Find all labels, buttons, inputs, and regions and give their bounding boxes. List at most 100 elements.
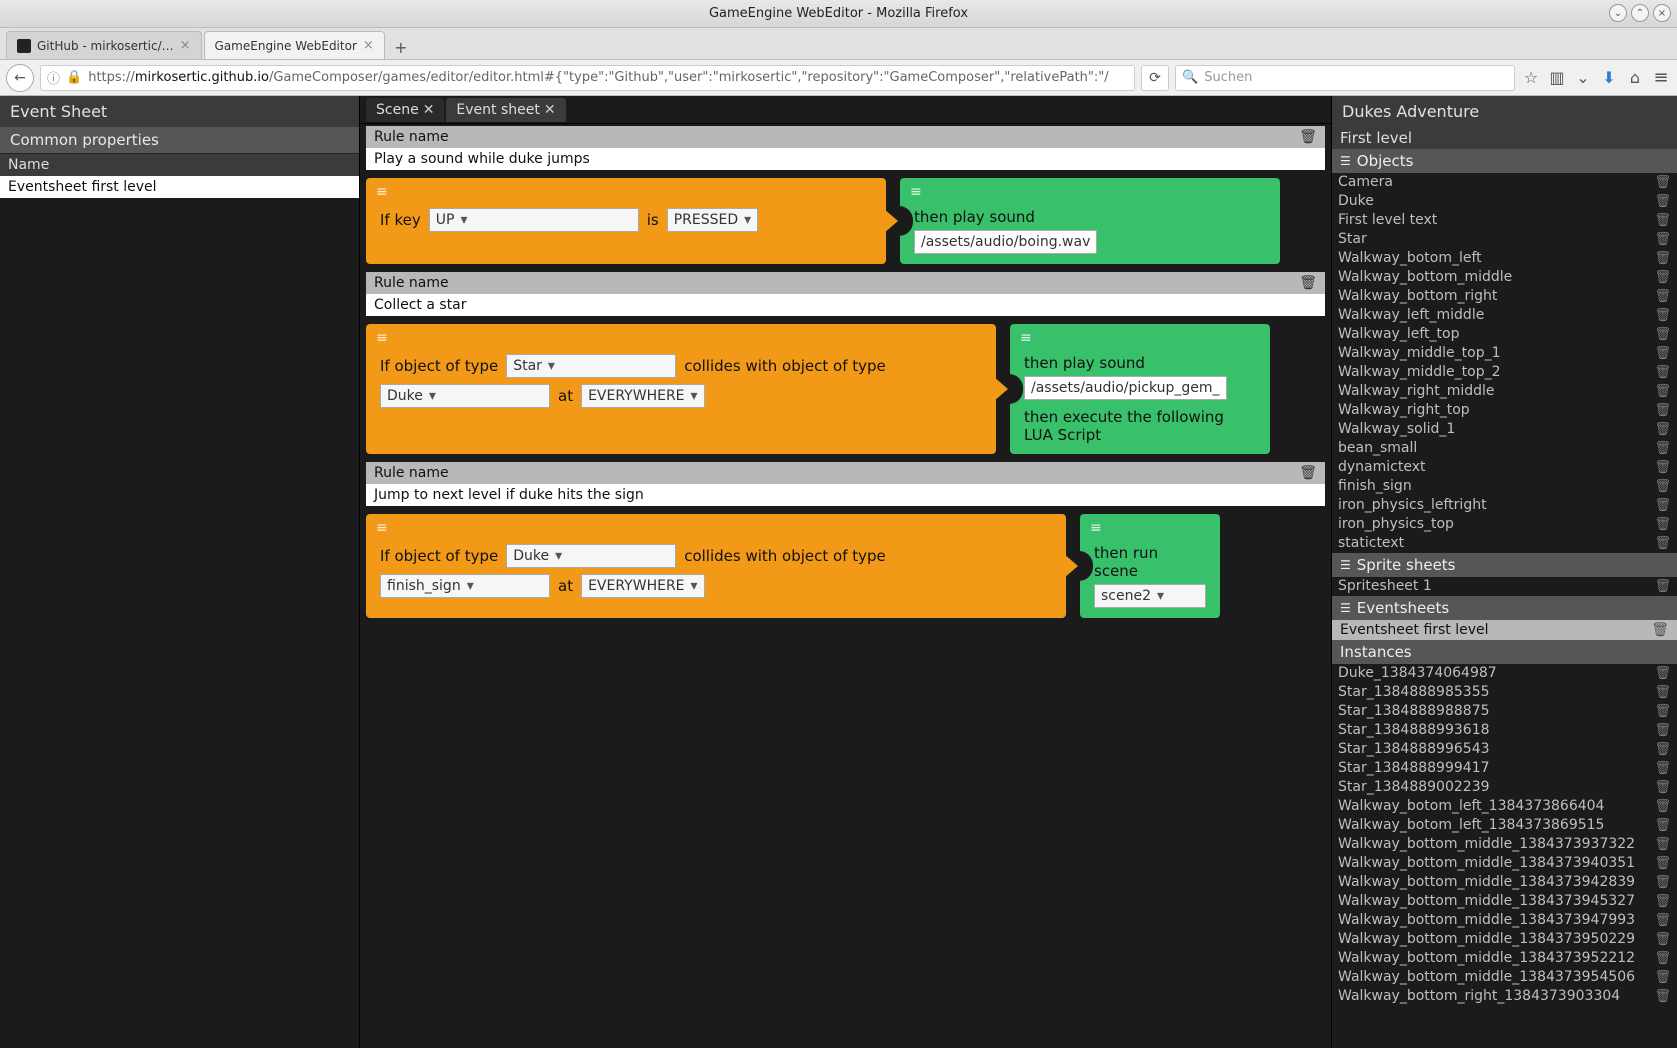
text-input[interactable]: /assets/audio/pickup_gem_ (1024, 376, 1227, 400)
trash-icon[interactable]: 🗑 (1654, 496, 1671, 515)
eventsheet-item-selected[interactable]: Eventsheet first level 🗑 (1332, 620, 1677, 640)
condition-block[interactable]: ≡If object of typeStar▾collides with obj… (366, 324, 996, 454)
close-icon[interactable]: × (1653, 4, 1671, 22)
object-item[interactable]: Walkway_bottom_middle🗑 (1332, 268, 1677, 287)
trash-icon[interactable]: 🗑 (1654, 797, 1671, 816)
trash-icon[interactable]: 🗑 (1654, 477, 1671, 496)
dropdown[interactable]: Star▾ (506, 354, 676, 378)
instance-item[interactable]: Walkway_bottom_middle_1384373952212🗑 (1332, 949, 1677, 968)
trash-icon[interactable]: 🗑 (1654, 816, 1671, 835)
dropdown[interactable]: EVERYWHERE▾ (581, 574, 704, 598)
rule-name-input[interactable]: Jump to next level if duke hits the sign (366, 484, 1325, 506)
dropdown[interactable]: Duke▾ (380, 384, 550, 408)
tab-event-sheet[interactable]: Event sheet✕ (446, 98, 565, 122)
object-item[interactable]: Star🗑 (1332, 230, 1677, 249)
object-item[interactable]: Walkway_right_middle🗑 (1332, 382, 1677, 401)
trash-icon[interactable]: 🗑 (1654, 420, 1671, 439)
trash-icon[interactable]: 🗑 (1654, 987, 1671, 1006)
trash-icon[interactable]: 🗑 (1299, 129, 1317, 145)
home-icon[interactable]: ⌂ (1625, 68, 1645, 87)
tab-close-icon[interactable]: ✕ (544, 102, 556, 118)
instances-section-header[interactable]: Instances (1332, 640, 1677, 664)
trash-icon[interactable]: 🗑 (1654, 854, 1671, 873)
trash-icon[interactable]: 🗑 (1654, 249, 1671, 268)
tab-close-icon[interactable]: × (363, 38, 374, 53)
instance-item[interactable]: Star_1384888996543🗑 (1332, 740, 1677, 759)
trash-icon[interactable]: 🗑 (1654, 211, 1671, 230)
object-item[interactable]: Walkway_middle_top_1🗑 (1332, 344, 1677, 363)
bookmark-icon[interactable]: ☆ (1521, 68, 1541, 87)
action-block[interactable]: ≡then play sound/assets/audio/pickup_gem… (1010, 324, 1270, 454)
trash-icon[interactable]: 🗑 (1299, 465, 1317, 481)
object-item[interactable]: Walkway_bottom_right🗑 (1332, 287, 1677, 306)
instance-item[interactable]: Walkway_bottom_middle_1384373945327🗑 (1332, 892, 1677, 911)
reload-button[interactable]: ⟳ (1141, 65, 1169, 91)
text-input[interactable]: /assets/audio/boing.wav (914, 230, 1097, 254)
trash-icon[interactable]: 🗑 (1654, 287, 1671, 306)
object-item[interactable]: statictext🗑 (1332, 534, 1677, 553)
dropdown[interactable]: UP▾ (429, 208, 639, 232)
trash-icon[interactable]: 🗑 (1654, 230, 1671, 249)
action-block[interactable]: ≡then run scenescene2▾ (1080, 514, 1220, 618)
object-item[interactable]: Walkway_botom_left🗑 (1332, 249, 1677, 268)
trash-icon[interactable]: 🗑 (1654, 949, 1671, 968)
object-item[interactable]: iron_physics_leftright🗑 (1332, 496, 1677, 515)
pocket-icon[interactable]: ⌄ (1573, 68, 1593, 87)
trash-icon[interactable]: 🗑 (1654, 577, 1671, 596)
drag-handle-icon[interactable]: ≡ (1090, 520, 1103, 536)
search-input[interactable]: 🔍 Suchen (1175, 65, 1515, 91)
trash-icon[interactable]: 🗑 (1654, 344, 1671, 363)
object-item[interactable]: Walkway_solid_1🗑 (1332, 420, 1677, 439)
instance-item[interactable]: Star_1384888988875🗑 (1332, 702, 1677, 721)
object-item[interactable]: Walkway_left_top🗑 (1332, 325, 1677, 344)
instance-item[interactable]: Walkway_bottom_middle_1384373937322🗑 (1332, 835, 1677, 854)
trash-icon[interactable]: 🗑 (1654, 325, 1671, 344)
objects-section-header[interactable]: ☰ Objects (1332, 149, 1677, 173)
trash-icon[interactable]: 🗑 (1654, 968, 1671, 987)
object-item[interactable]: bean_small🗑 (1332, 439, 1677, 458)
drag-handle-icon[interactable]: ≡ (910, 184, 923, 200)
object-item[interactable]: finish_sign🗑 (1332, 477, 1677, 496)
trash-icon[interactable]: 🗑 (1654, 173, 1671, 192)
object-item[interactable]: First level text🗑 (1332, 211, 1677, 230)
instance-item[interactable]: Duke_1384374064987🗑 (1332, 664, 1677, 683)
trash-icon[interactable]: 🗑 (1654, 721, 1671, 740)
trash-icon[interactable]: 🗑 (1654, 401, 1671, 420)
drag-handle-icon[interactable]: ≡ (1020, 330, 1033, 346)
eventsheets-section-header[interactable]: ☰ Eventsheets (1332, 596, 1677, 620)
trash-icon[interactable]: 🗑 (1654, 306, 1671, 325)
menu-icon[interactable]: ≡ (1651, 67, 1671, 88)
trash-icon[interactable]: 🗑 (1654, 458, 1671, 477)
library-icon[interactable]: ▥ (1547, 68, 1567, 87)
trash-icon[interactable]: 🗑 (1654, 515, 1671, 534)
downloads-icon[interactable]: ⬇ (1599, 68, 1619, 87)
tab-close-icon[interactable]: × (180, 38, 191, 53)
trash-icon[interactable]: 🗑 (1654, 930, 1671, 949)
prop-name-value[interactable]: Eventsheet first level (0, 176, 359, 198)
instance-item[interactable]: Walkway_bottom_middle_1384373954506🗑 (1332, 968, 1677, 987)
trash-icon[interactable]: 🗑 (1654, 778, 1671, 797)
trash-icon[interactable]: 🗑 (1654, 892, 1671, 911)
dropdown[interactable]: scene2▾ (1094, 584, 1206, 608)
tab-close-icon[interactable]: ✕ (423, 102, 435, 118)
condition-block[interactable]: ≡If keyUP▾isPRESSED▾ (366, 178, 886, 264)
instance-item[interactable]: Walkway_bottom_middle_1384373942839🗑 (1332, 873, 1677, 892)
rule-name-input[interactable]: Collect a star (366, 294, 1325, 316)
url-input[interactable]: ⓘ 🔒 https://mirkosertic.github.io/GameCo… (40, 65, 1135, 91)
trash-icon[interactable]: 🗑 (1651, 622, 1669, 638)
maximize-icon[interactable]: ⌃ (1631, 4, 1649, 22)
minimize-icon[interactable]: ⌄ (1609, 4, 1627, 22)
action-block[interactable]: ≡then play sound/assets/audio/boing.wav (900, 178, 1280, 264)
object-item[interactable]: Duke🗑 (1332, 192, 1677, 211)
browser-tab-editor[interactable]: GameEngine WebEditor × (204, 31, 385, 59)
object-item[interactable]: Walkway_middle_top_2🗑 (1332, 363, 1677, 382)
trash-icon[interactable]: 🗑 (1654, 835, 1671, 854)
dropdown[interactable]: Duke▾ (506, 544, 676, 568)
object-item[interactable]: iron_physics_top🗑 (1332, 515, 1677, 534)
instance-item[interactable]: Star_1384888985355🗑 (1332, 683, 1677, 702)
trash-icon[interactable]: 🗑 (1654, 192, 1671, 211)
trash-icon[interactable]: 🗑 (1654, 873, 1671, 892)
tab-scene[interactable]: Scene✕ (366, 98, 444, 122)
instance-item[interactable]: Walkway_botom_left_1384373866404🗑 (1332, 797, 1677, 816)
trash-icon[interactable]: 🗑 (1654, 363, 1671, 382)
